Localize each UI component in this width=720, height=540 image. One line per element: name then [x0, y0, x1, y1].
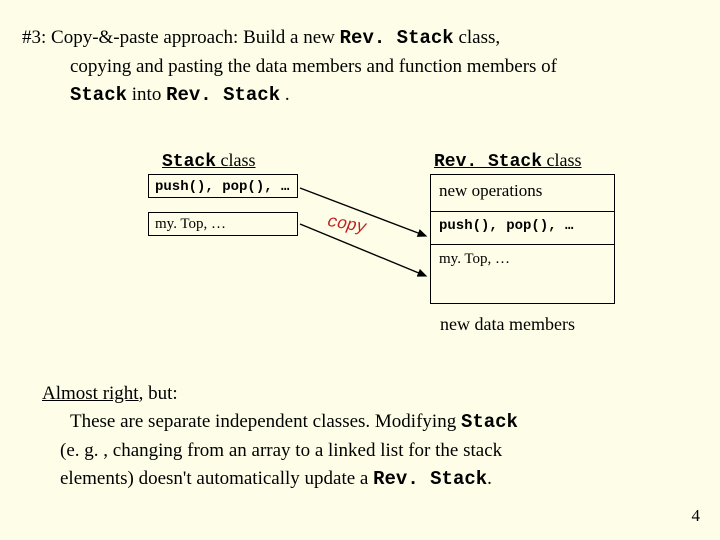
- intro-code-stack: Stack: [70, 84, 127, 106]
- right-class-code: Rev. Stack: [434, 152, 542, 172]
- left-box-ops-text: push(), pop(), …: [155, 179, 289, 195]
- left-class-tail: class: [216, 150, 256, 170]
- right-row-ops: push(), pop(), …: [439, 218, 606, 234]
- intro-line2: copying and pasting the data members and…: [22, 53, 698, 82]
- right-class-tail: class: [542, 150, 582, 170]
- left-box-data: my. Top, …: [148, 212, 298, 236]
- conclusion-lead-tail: , but:: [139, 383, 178, 404]
- conclusion-body3: elements) doesn't automatically update a: [60, 468, 373, 489]
- right-class-title: Rev. Stack class: [434, 150, 582, 172]
- intro-code-revstack: Rev. Stack: [340, 27, 454, 49]
- slide: #3: Copy-&-paste approach: Build a new R…: [0, 0, 720, 540]
- divider: [431, 211, 614, 212]
- right-row-newops: new operations: [439, 181, 606, 201]
- right-box: new operations push(), pop(), … my. Top,…: [430, 174, 615, 304]
- left-class-code: Stack: [162, 152, 216, 172]
- diagram: Stack class Rev. Stack class push(), pop…: [22, 150, 698, 350]
- conclusion-lead: Almost right: [42, 383, 139, 404]
- conclusion-code-revstack: Rev. Stack: [373, 468, 487, 490]
- conclusion-body3-tail: .: [487, 468, 492, 489]
- intro-mid: into: [127, 84, 166, 105]
- conclusion-body1: These are separate independent classes. …: [70, 411, 461, 432]
- conclusion: Almost right, but: These are separate in…: [22, 380, 698, 494]
- divider: [431, 244, 614, 245]
- conclusion-code-stack: Stack: [461, 411, 518, 433]
- copy-arrows: [22, 150, 720, 350]
- intro-text: #3: Copy-&-paste approach: Build a new R…: [22, 24, 698, 110]
- intro-code-revstack2: Rev. Stack: [166, 84, 280, 106]
- intro-prefix: #3: Copy-&-paste approach: Build a new: [22, 27, 340, 48]
- new-data-members-label: new data members: [440, 314, 575, 335]
- right-row-data: my. Top, …: [439, 251, 606, 268]
- left-box-ops: push(), pop(), …: [148, 174, 298, 198]
- left-class-title: Stack class: [162, 150, 256, 172]
- intro-after1: class,: [454, 27, 500, 48]
- conclusion-body2: (e. g. , changing from an array to a lin…: [42, 437, 698, 466]
- intro-end: .: [280, 84, 290, 105]
- page-number: 4: [692, 506, 701, 526]
- copy-label: copy: [326, 212, 368, 237]
- left-box-data-text: my. Top, …: [155, 216, 226, 232]
